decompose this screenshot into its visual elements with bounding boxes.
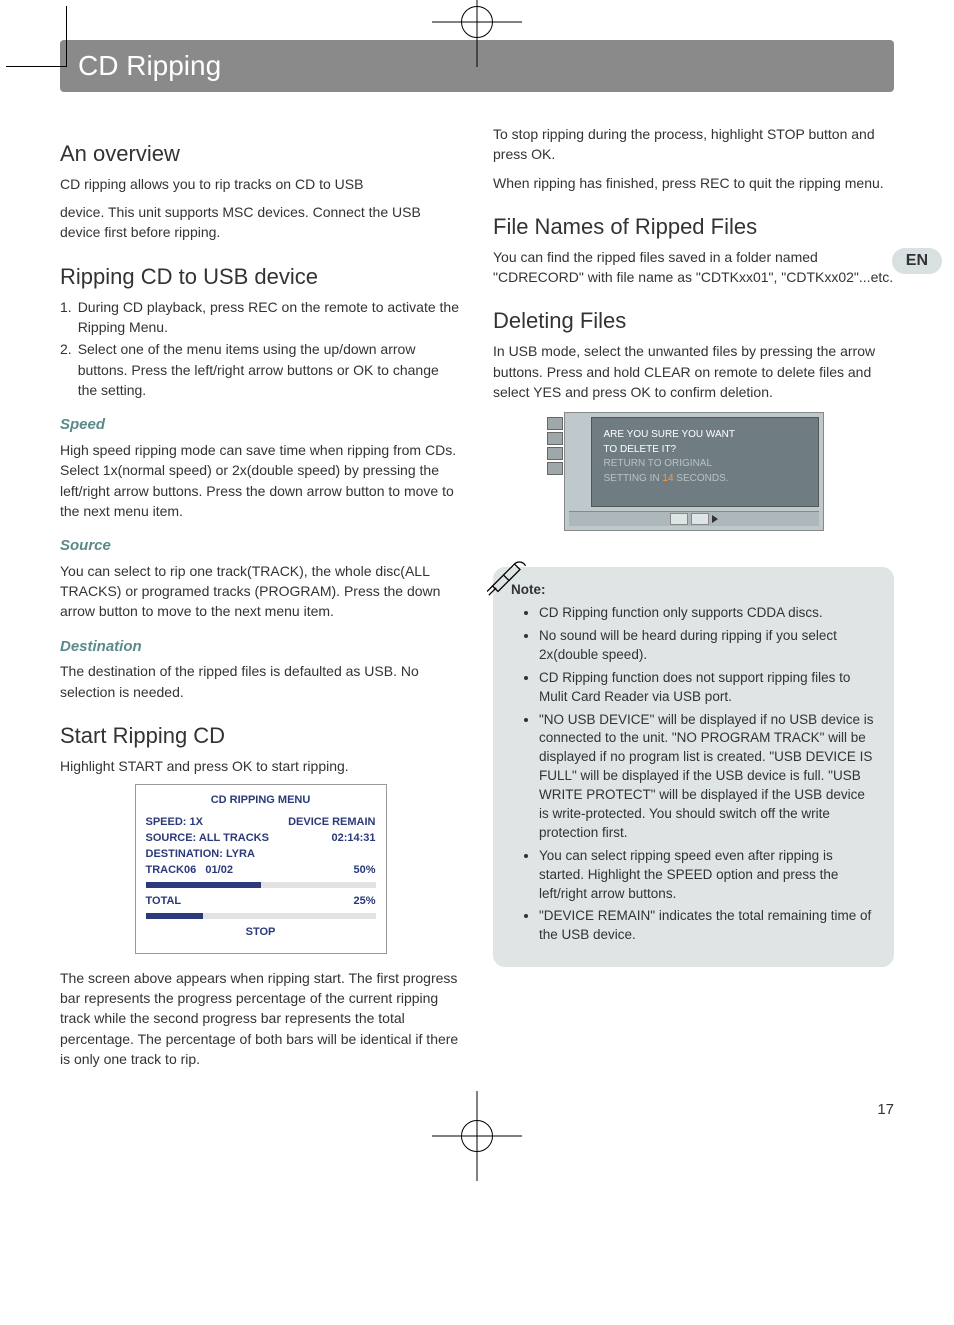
note-title: Note: (511, 581, 876, 600)
file-names-para: You can find the ripped files saved in a… (493, 247, 894, 288)
note-item: CD Ripping function does not support rip… (539, 669, 876, 707)
deleting-para: In USB mode, select the unwanted files b… (493, 341, 894, 402)
dialog-side-icons (547, 417, 565, 475)
deleting-heading: Deleting Files (493, 305, 894, 337)
rip-destination: DESTINATION: LYRA (146, 847, 255, 863)
note-item: No sound will be heard during ripping if… (539, 627, 876, 665)
step-number: 2. (60, 339, 72, 400)
device-remain-label: DEVICE REMAIN (288, 815, 375, 831)
source-para: You can select to rip one track(TRACK), … (60, 561, 461, 622)
speed-para: High speed ripping mode can save time wh… (60, 440, 461, 521)
dialog-inner: ARE YOU SURE YOU WANT TO DELETE IT? RETU… (591, 417, 819, 507)
ripping-steps: 1. During CD playback, press REC on the … (60, 297, 461, 400)
dialog-nav-button[interactable] (691, 513, 709, 525)
delete-confirm-dialog: ARE YOU SURE YOU WANT TO DELETE IT? RETU… (564, 412, 824, 531)
start-ripping-para2: The screen above appears when ripping st… (60, 968, 461, 1069)
registration-mark-top (461, 6, 493, 38)
rip-menu-row-source-time: SOURCE: ALL TRACKS 02:14:31 (146, 831, 376, 847)
folder-icon (547, 447, 563, 460)
write-hand-icon (487, 553, 531, 597)
rip-stop-button[interactable]: STOP (146, 925, 376, 941)
note-item: You can select ripping speed even after … (539, 847, 876, 904)
total-progress-bar (146, 913, 376, 919)
rip-menu-row-speed-remain: SPEED: 1X DEVICE REMAIN (146, 815, 376, 831)
two-column-layout: An overview CD ripping allows you to rip… (60, 120, 894, 1077)
dialog-nav-button[interactable] (670, 513, 688, 525)
note-box: Note: CD Ripping function only supports … (493, 567, 894, 967)
track-percent: 50% (353, 863, 375, 879)
rip-track: TRACK06 01/02 (146, 863, 233, 879)
ripping-heading: Ripping CD to USB device (60, 261, 461, 293)
ripping-step-2: 2. Select one of the menu items using th… (60, 339, 461, 400)
note-list: CD Ripping function only supports CDDA d… (539, 604, 876, 945)
start-ripping-heading: Start Ripping CD (60, 720, 461, 752)
dialog-line1: ARE YOU SURE YOU WANT (604, 428, 806, 443)
overview-para1: CD ripping allows you to rip tracks on C… (60, 174, 461, 194)
step-text: Select one of the menu items using the u… (78, 339, 461, 400)
folder-icon (547, 432, 563, 445)
source-heading: Source (60, 535, 461, 557)
note-item: CD Ripping function only supports CDDA d… (539, 604, 876, 623)
note-item: "DEVICE REMAIN" indicates the total rema… (539, 907, 876, 945)
step-text: During CD playback, press REC on the rem… (78, 297, 461, 338)
stop-ripping-para: To stop ripping during the process, high… (493, 124, 894, 165)
destination-para: The destination of the ripped files is d… (60, 661, 461, 702)
total-label: TOTAL (146, 894, 182, 910)
rip-menu-row-total: TOTAL 25% (146, 894, 376, 910)
crop-corner-top-left (6, 6, 67, 67)
left-column: An overview CD ripping allows you to rip… (60, 120, 461, 1077)
ripping-step-1: 1. During CD playback, press REC on the … (60, 297, 461, 338)
total-percent: 25% (353, 894, 375, 910)
device-remain-time: 02:14:31 (331, 831, 375, 847)
right-column: To stop ripping during the process, high… (493, 120, 894, 1077)
overview-para2: device. This unit supports MSC devices. … (60, 202, 461, 243)
dialog-line3: RETURN TO ORIGINAL (604, 457, 806, 472)
dialog-bottom-bar (569, 511, 819, 526)
rip-source: SOURCE: ALL TRACKS (146, 831, 269, 847)
rip-menu-row-track: TRACK06 01/02 50% (146, 863, 376, 879)
play-icon (712, 515, 718, 523)
destination-heading: Destination (60, 636, 461, 658)
rip-menu-row-destination: DESTINATION: LYRA (146, 847, 376, 863)
dialog-line4: SETTING IN 14 SECONDS. (604, 472, 806, 487)
file-names-heading: File Names of Ripped Files (493, 211, 894, 243)
rip-menu-title: CD RIPPING MENU (146, 793, 376, 809)
folder-icon (547, 462, 563, 475)
start-ripping-para: Highlight START and press OK to start ri… (60, 756, 461, 776)
step-number: 1. (60, 297, 72, 338)
overview-heading: An overview (60, 138, 461, 170)
note-item: "NO USB DEVICE" will be displayed if no … (539, 711, 876, 843)
language-badge: EN (892, 248, 942, 274)
rip-speed: SPEED: 1X (146, 815, 203, 831)
track-progress-bar (146, 882, 376, 888)
finish-ripping-para: When ripping has finished, press REC to … (493, 173, 894, 193)
cd-ripping-menu-dialog: CD RIPPING MENU SPEED: 1X DEVICE REMAIN … (135, 784, 387, 954)
page-title: CD Ripping (78, 50, 221, 81)
speed-heading: Speed (60, 414, 461, 436)
disc-icon (547, 417, 563, 430)
registration-mark-bottom (461, 1120, 493, 1152)
dialog-line2: TO DELETE IT? (604, 443, 806, 458)
